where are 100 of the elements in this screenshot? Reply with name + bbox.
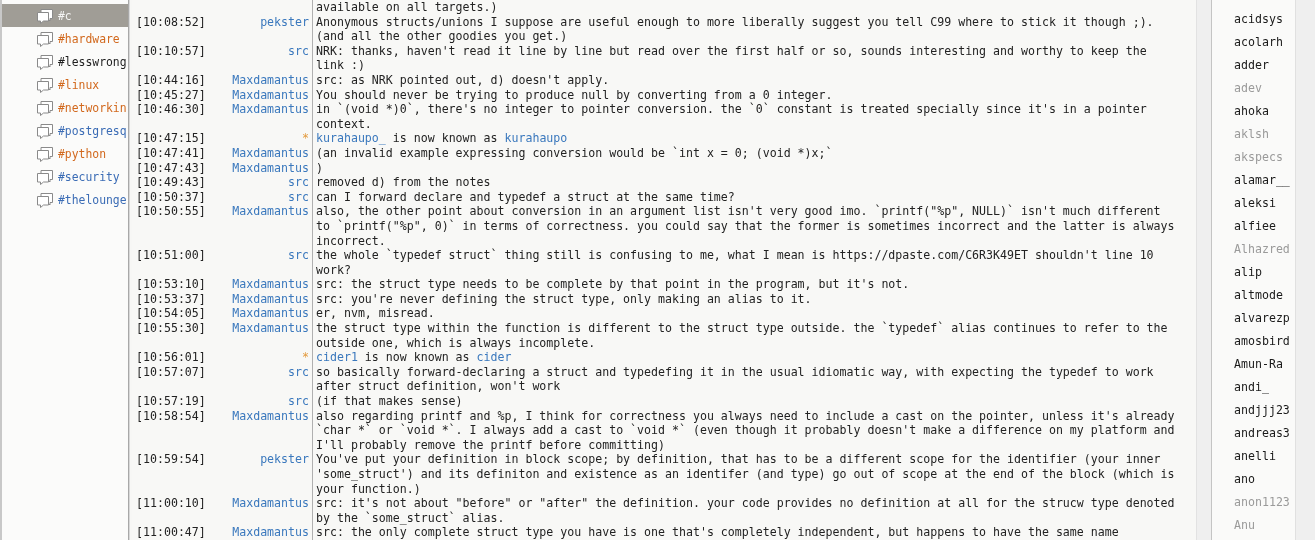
message-text: available on all targets.)	[312, 0, 1178, 15]
channel-item[interactable]: #linux	[2, 73, 128, 96]
nickname[interactable]: src	[214, 394, 312, 409]
user-name[interactable]: ahoka	[1212, 100, 1295, 123]
user-name[interactable]: aklsh	[1212, 123, 1295, 146]
user-name[interactable]: andjjj23	[1212, 399, 1295, 422]
nickname[interactable]: Maxdamantus	[214, 145, 312, 161]
nickname[interactable]: Maxdamantus	[214, 87, 312, 103]
nickname[interactable]: pekster	[214, 14, 312, 44]
nickname[interactable]: src	[214, 248, 312, 278]
timestamp: [10:49:43]	[136, 175, 207, 190]
message-text: the struct type within the function is different to the struct type outside. the `typedef` alias continues to refer to the outside one, which is always incomplete.	[312, 321, 1178, 351]
message-text: src: the struct type needs to be complete by that point in the program, but it's not.	[312, 277, 1178, 292]
nickname[interactable]: Maxdamantus	[214, 102, 312, 132]
chat-bubble-icon	[36, 99, 54, 116]
timestamp: [10:53:10]	[136, 277, 207, 292]
user-name[interactable]: andreas3	[1212, 422, 1295, 445]
nickname[interactable]: Maxdamantus	[214, 408, 312, 453]
chat-bubble-icon	[36, 168, 54, 185]
user-name[interactable]: andi_	[1212, 376, 1295, 399]
nickname[interactable]: kurahaupo	[504, 131, 568, 146]
timestamp: [10:57:19]	[136, 394, 207, 409]
channel-item[interactable]: #thelounge	[2, 188, 128, 211]
user-name[interactable]: alfiee	[1212, 215, 1295, 238]
nickname[interactable]: src	[214, 175, 312, 190]
user-name[interactable]: alamar__	[1212, 169, 1295, 192]
message-text: You've put your definition in block scope; by definition, that has to be a different scope for the identifier (your inner 'some_struct') and its definiton and existence as an identifer (and type) go out of scope at the end of the block (which is your function.)	[312, 452, 1178, 497]
user-name[interactable]: akspecs	[1212, 146, 1295, 169]
chat-bubble-icon	[36, 145, 54, 162]
nickname[interactable]: src	[214, 43, 312, 73]
action-marker: *	[301, 350, 310, 365]
user-name[interactable]: ano	[1212, 468, 1295, 491]
message-text: also, the other point about conversion in an argument list isn't very good imo. `printf("%p", NULL)` isn't much different to `printf("%p", 0)` in terms of correctness. you could say that the former is sometimes incorrect and the latter is always incorrect.	[312, 204, 1178, 249]
channel-item[interactable]: #networkin	[2, 96, 128, 119]
timestamp: [10:54:05]	[136, 306, 207, 322]
nickname[interactable]: Maxdamantus	[214, 291, 312, 307]
nickname[interactable]: Maxdamantus	[214, 321, 312, 351]
user-name[interactable]: anelli	[1212, 445, 1295, 468]
user-name[interactable]: acolarh	[1212, 31, 1295, 54]
user-name[interactable]: acidsys	[1212, 8, 1295, 31]
message-text: removed d) from the notes	[312, 175, 1178, 190]
user-name[interactable]: alvarezp	[1212, 307, 1295, 330]
chat-bubble-icon	[36, 191, 54, 208]
timestamp: [10:46:30]	[136, 102, 207, 119]
channel-item[interactable]: #postgresq	[2, 119, 128, 142]
message-text: NRK: thanks, haven't read it line by line but read over the first half or so, sounds interesting and worthy to keep the link :)	[312, 43, 1178, 73]
message-text: also regarding printf and %p, I think for correctness you always need to include a cast on the pointer, unless it's already `char *` or `void *`. I always add a cast to `void *` (even though it probably doesn't make a difference on my platform and I'll probably remove the printf before committing)	[312, 408, 1178, 453]
timestamp: [10:51:00]	[136, 248, 207, 265]
message-text: in `(void *)0`, there's no integer to pointer conversion. the `0` constant is treated specially since it's in a pointer context.	[312, 102, 1178, 132]
user-name[interactable]: alip	[1212, 261, 1295, 284]
user-name[interactable]: adev	[1212, 77, 1295, 100]
user-name[interactable]: anon1123	[1212, 491, 1295, 514]
timestamp: [10:10:57]	[136, 43, 207, 60]
timestamp: [10:55:30]	[136, 321, 207, 338]
channel-item[interactable]: #security	[2, 165, 128, 188]
message-text: src: as NRK pointed out, d) doesn't apply.	[312, 72, 1178, 88]
timestamp: [10:50:37]	[136, 189, 207, 205]
nickname[interactable]: kurahaupo_	[316, 131, 386, 146]
user-name[interactable]: Anu	[1212, 514, 1295, 537]
nickname[interactable]: Maxdamantus	[214, 496, 312, 526]
user-name[interactable]: altmode	[1212, 284, 1295, 307]
nickname[interactable]: Maxdamantus	[214, 277, 312, 292]
timestamp: [10:57:07]	[136, 364, 207, 381]
chat-bubble-icon	[36, 76, 54, 93]
message-text: src: it's not about "before" or "after" the definition. your code provides no definition at all for the strucw type denoted by the `some_struct` alias.	[312, 496, 1178, 526]
timestamp: [10:53:37]	[136, 291, 207, 307]
nickname[interactable]: src	[214, 364, 312, 395]
scrollbar[interactable]	[1196, 0, 1211, 540]
timestamp: [10:44:16]	[136, 72, 207, 88]
nickname[interactable]: Maxdamantus	[214, 72, 312, 88]
message-text: (if that makes sense)	[312, 394, 1178, 409]
message-text: can I forward declare and typedef a struct at the same time?	[312, 189, 1178, 205]
scrollbar[interactable]	[1295, 0, 1315, 540]
nickname[interactable]: cider	[476, 350, 512, 365]
channel-item[interactable]: #python	[2, 142, 128, 165]
user-name[interactable]: Alhazred	[1212, 238, 1295, 261]
timestamp: [10:56:01]	[136, 350, 207, 365]
chat-bubble-icon	[36, 30, 54, 47]
nickname[interactable]: Maxdamantus	[214, 306, 312, 322]
channel-item[interactable]: #hardware	[2, 27, 128, 50]
nickname[interactable]: Maxdamantus	[214, 160, 312, 176]
user-name[interactable]: Amun-Ra	[1212, 353, 1295, 376]
nickname[interactable]: src	[214, 189, 312, 205]
channel-item[interactable]: #lesswrong	[2, 50, 128, 73]
nickname[interactable]: cider1	[316, 350, 358, 365]
timestamp: [10:47:43]	[136, 160, 207, 176]
status-text: is now known as	[391, 131, 499, 146]
nickname[interactable]: pekster	[214, 452, 312, 497]
timestamp: [10:45:27]	[136, 87, 207, 103]
status-text: is now known as	[363, 350, 471, 365]
timestamp: [10:50:55]	[136, 204, 207, 221]
message-text: Anonymous structs/unions I suppose are useful enough to more liberally suggest you tell C99 where to stick it though ;). (and all the other goodies you get.)	[312, 14, 1178, 44]
nickname[interactable]: Maxdamantus	[214, 204, 312, 249]
user-name[interactable]: aleksi	[1212, 192, 1295, 215]
nickname[interactable]: Maxdamantus	[214, 525, 312, 540]
timestamp: [10:59:54]	[136, 452, 207, 469]
user-name[interactable]: adder	[1212, 54, 1295, 77]
action-marker: *	[301, 131, 310, 146]
user-name[interactable]: amosbird	[1212, 330, 1295, 353]
channel-item[interactable]: #c	[2, 4, 128, 27]
